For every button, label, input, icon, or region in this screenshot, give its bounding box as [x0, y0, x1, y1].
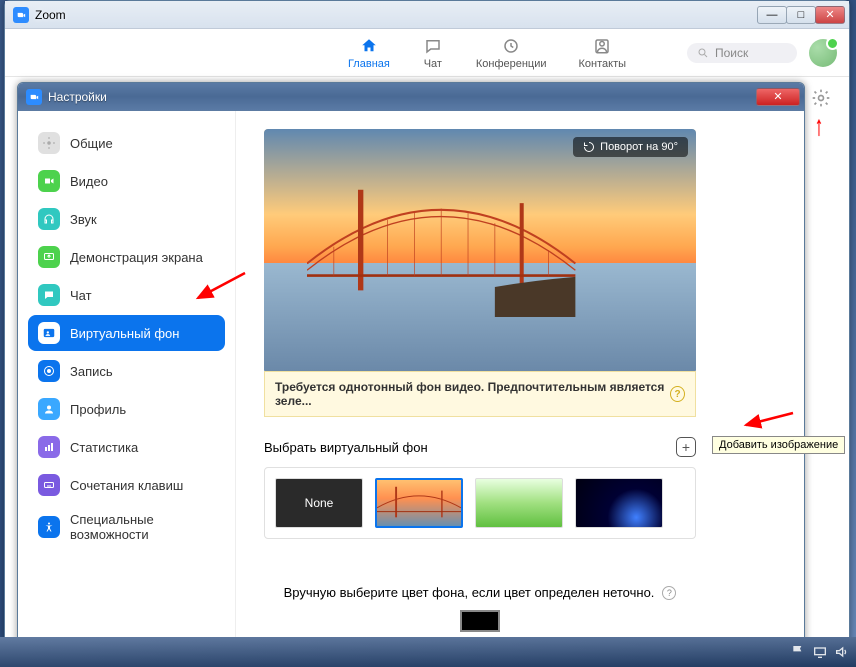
sidebar-item-recording[interactable]: Запись [28, 353, 225, 389]
annotation-arrow-add [738, 405, 798, 435]
help-icon[interactable]: ? [662, 586, 676, 600]
gear-icon [38, 132, 60, 154]
tab-contacts[interactable]: Контакты [573, 34, 633, 72]
settings-window-title: Настройки [48, 90, 757, 104]
chat-icon [422, 36, 444, 56]
rotate-button[interactable]: Поворот на 90° [573, 137, 688, 157]
sidebar-item-shortcuts[interactable]: Сочетания клавиш [28, 467, 225, 503]
annotation-arrow-sidebar [190, 268, 250, 308]
help-icon[interactable]: ? [670, 386, 685, 402]
zoom-window-title: Zoom [35, 8, 758, 22]
close-button[interactable]: ✕ [815, 6, 845, 24]
select-bg-label: Выбрать виртуальный фон [264, 440, 428, 455]
settings-app-icon [26, 89, 42, 105]
headphones-icon [38, 208, 60, 230]
zoom-tabs: Главная Чат Конференции Контакты [287, 34, 687, 72]
settings-window-controls: ✕ [757, 88, 800, 106]
bg-thumb-grass[interactable] [475, 478, 563, 528]
zoom-app-icon [13, 7, 29, 23]
virtual-bg-icon [38, 322, 60, 344]
sidebar-item-profile[interactable]: Профиль [28, 391, 225, 427]
settings-titlebar[interactable]: Настройки ✕ [18, 83, 804, 111]
settings-gear-icon[interactable] [811, 88, 831, 108]
stats-icon [38, 436, 60, 458]
rotate-icon [583, 141, 595, 153]
add-image-button[interactable]: + [676, 437, 696, 457]
settings-window: Настройки ✕ Общие Видео Звук Демонстраци… [17, 82, 805, 664]
zoom-topbar: Главная Чат Конференции Контакты Поиск [5, 29, 849, 77]
bridge-graphic [307, 183, 575, 317]
taskbar[interactable] [0, 637, 856, 667]
bg-thumb-space[interactable] [575, 478, 663, 528]
share-screen-icon [38, 246, 60, 268]
tab-meetings[interactable]: Конференции [470, 34, 553, 72]
manual-color-row: Вручную выберите цвет фона, если цвет оп… [264, 585, 696, 600]
zoom-window-controls: — □ ✕ [758, 6, 845, 24]
settings-body: Общие Видео Звук Демонстрация экрана Чат… [18, 111, 804, 663]
settings-close-button[interactable]: ✕ [756, 88, 800, 106]
annotation-arrow-gear [815, 110, 823, 142]
add-image-tooltip: Добавить изображение [712, 436, 845, 454]
sidebar-item-audio[interactable]: Звук [28, 201, 225, 237]
settings-sidebar: Общие Видео Звук Демонстрация экрана Чат… [18, 111, 236, 663]
maximize-button[interactable]: □ [786, 6, 816, 24]
minimize-button[interactable]: — [757, 6, 787, 24]
chat-icon [38, 284, 60, 306]
video-preview: Поворот на 90° [264, 129, 696, 373]
search-input[interactable]: Поиск [687, 43, 797, 63]
bg-thumb-bridge[interactable] [375, 478, 463, 528]
bg-thumb-none[interactable]: None [275, 478, 363, 528]
bg-thumbnails: None [264, 467, 696, 539]
color-swatch[interactable] [460, 610, 500, 632]
tab-chat[interactable]: Чат [416, 34, 450, 72]
accessibility-icon [38, 516, 60, 538]
contacts-icon [591, 36, 613, 56]
tab-home[interactable]: Главная [342, 34, 396, 72]
home-icon [358, 36, 380, 56]
clock-icon [500, 36, 522, 56]
video-icon [38, 170, 60, 192]
tray-network-icon[interactable] [812, 644, 828, 660]
avatar[interactable] [809, 39, 837, 67]
warning-bar: Требуется однотонный фон видео. Предпочт… [264, 371, 696, 417]
sidebar-item-virtual-bg[interactable]: Виртуальный фон [28, 315, 225, 351]
sidebar-item-general[interactable]: Общие [28, 125, 225, 161]
keyboard-icon [38, 474, 60, 496]
tray-volume-icon[interactable] [834, 644, 850, 660]
sidebar-item-statistics[interactable]: Статистика [28, 429, 225, 465]
record-icon [38, 360, 60, 382]
tray-flag-icon[interactable] [790, 644, 806, 660]
profile-icon [38, 398, 60, 420]
sidebar-item-video[interactable]: Видео [28, 163, 225, 199]
zoom-titlebar[interactable]: Zoom — □ ✕ [5, 1, 849, 29]
settings-content: Поворот на 90° Требуется однотонный фон … [236, 111, 804, 663]
sidebar-item-accessibility[interactable]: Специальные возможности [28, 505, 225, 549]
select-bg-row: Выбрать виртуальный фон + [264, 437, 696, 457]
search-icon [697, 47, 709, 59]
